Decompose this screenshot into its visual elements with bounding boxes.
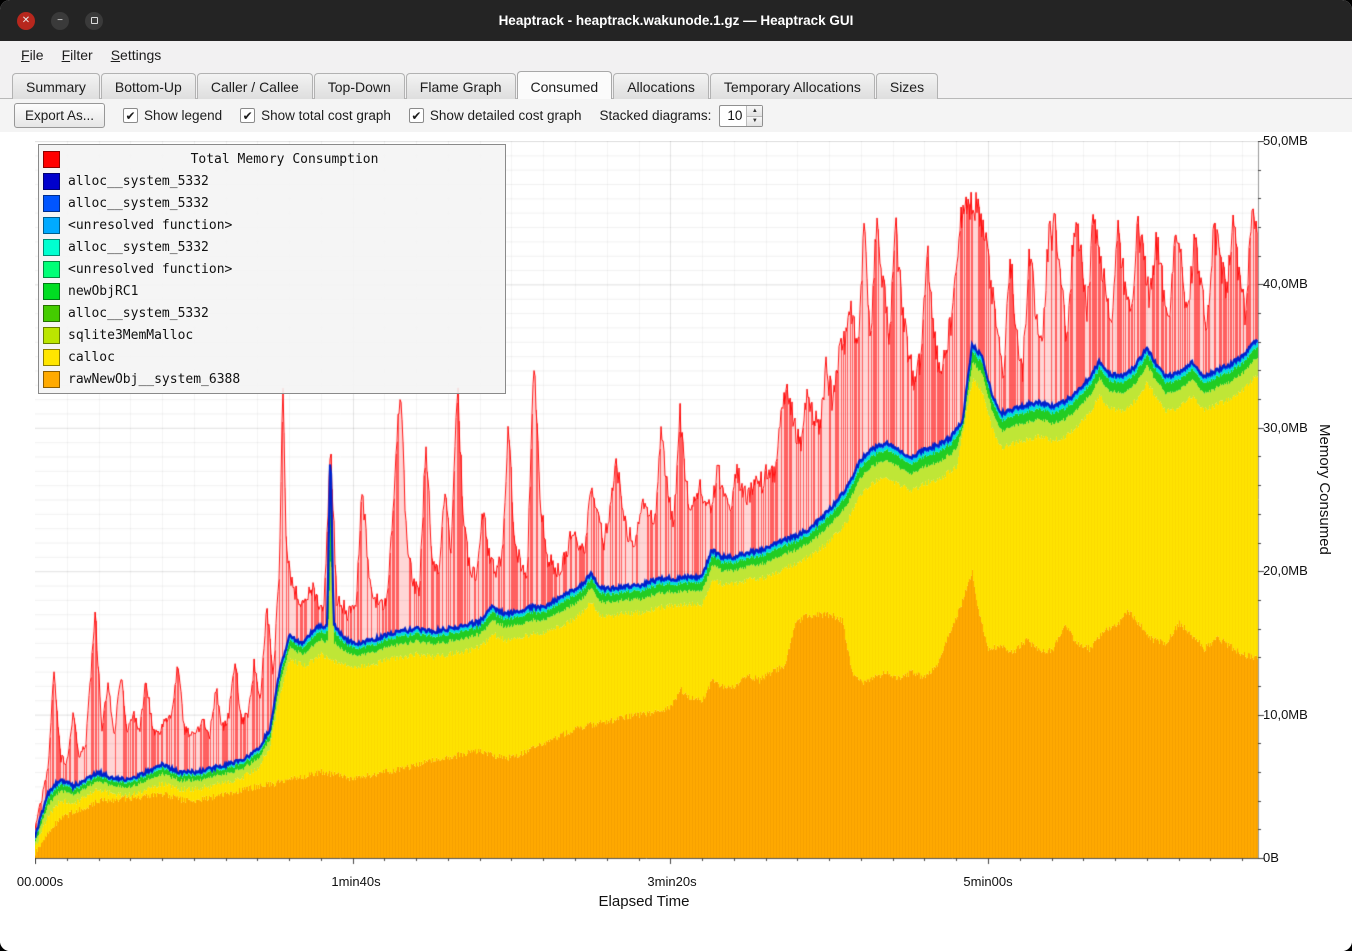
tab-allocations[interactable]: Allocations <box>613 73 709 99</box>
checkbox-icon[interactable]: ✔ <box>240 108 255 123</box>
spinner-up-icon[interactable]: ▲ <box>747 106 762 116</box>
export-as-button[interactable]: Export As... <box>14 103 105 128</box>
menu-file[interactable]: File <box>12 44 53 66</box>
legend-swatch <box>43 371 60 388</box>
chart-area: 0B 10,0MB 20,0MB 30,0MB 40,0MB 50,0MB 00… <box>0 132 1352 951</box>
tabbar: Summary Bottom-Up Caller / Callee Top-Do… <box>0 69 1352 99</box>
show-detailed-cost-label: Show detailed cost graph <box>430 108 582 123</box>
app-window: ✕ − Heaptrack - heaptrack.wakunode.1.gz … <box>0 0 1352 951</box>
y-tick-label: 30,0MB <box>1263 420 1308 435</box>
tab-consumed[interactable]: Consumed <box>517 71 613 99</box>
titlebar: ✕ − Heaptrack - heaptrack.wakunode.1.gz … <box>0 0 1352 41</box>
y-tick-label: 20,0MB <box>1263 563 1308 578</box>
tab-top-down[interactable]: Top-Down <box>314 73 405 99</box>
menu-filter-label: Filter <box>62 47 93 63</box>
legend-swatch <box>43 195 60 212</box>
show-total-cost-checkbox[interactable]: ✔ Show total cost graph <box>240 108 391 123</box>
show-total-cost-label: Show total cost graph <box>261 108 391 123</box>
legend-item: rawNewObj__system_6388 <box>43 368 501 390</box>
legend-item: newObjRC1 <box>43 280 501 302</box>
y-axis-title: Memory Consumed <box>1316 424 1333 555</box>
window-title: Heaptrack - heaptrack.wakunode.1.gz — He… <box>499 13 854 28</box>
legend-item: alloc__system_5332 <box>43 170 501 192</box>
legend-item-label: newObjRC1 <box>68 284 138 299</box>
legend-swatch <box>43 239 60 256</box>
legend-swatch <box>43 327 60 344</box>
x-tick-label: 5min00s <box>963 874 1012 889</box>
show-detailed-cost-checkbox[interactable]: ✔ Show detailed cost graph <box>409 108 582 123</box>
legend-swatch <box>43 217 60 234</box>
y-tick-label: 0B <box>1263 850 1279 865</box>
menubar: File Filter Settings <box>0 41 1352 69</box>
tab-temporary-allocations[interactable]: Temporary Allocations <box>710 73 875 99</box>
legend-item: alloc__system_5332 <box>43 236 501 258</box>
legend-item: calloc <box>43 346 501 368</box>
show-legend-checkbox[interactable]: ✔ Show legend <box>123 108 222 123</box>
legend-item-label: calloc <box>68 350 115 365</box>
legend-item: sqlite3MemMalloc <box>43 324 501 346</box>
legend-swatch <box>43 283 60 300</box>
menu-filter[interactable]: Filter <box>53 44 102 66</box>
legend-title: Total Memory Consumption <box>68 152 501 167</box>
legend-swatch-total <box>43 151 60 168</box>
legend-swatch <box>43 305 60 322</box>
legend-swatch <box>43 173 60 190</box>
legend-item-label: alloc__system_5332 <box>68 306 209 321</box>
x-tick-label: 3min20s <box>647 874 696 889</box>
legend-item-label: alloc__system_5332 <box>68 240 209 255</box>
menu-settings-label: Settings <box>111 47 162 63</box>
window-controls: ✕ − <box>17 0 103 41</box>
x-tick-label: 00.000s <box>17 874 63 889</box>
checkbox-icon[interactable]: ✔ <box>409 108 424 123</box>
stacked-diagrams-value[interactable]: 10 <box>720 106 746 126</box>
tab-sizes[interactable]: Sizes <box>876 73 938 99</box>
minimize-icon[interactable]: − <box>51 12 69 30</box>
legend-item-label: rawNewObj__system_6388 <box>68 372 240 387</box>
close-icon[interactable]: ✕ <box>17 12 35 30</box>
spinner-down-icon[interactable]: ▼ <box>747 116 762 126</box>
legend-item-label: <unresolved function> <box>68 218 232 233</box>
legend-item-label: <unresolved function> <box>68 262 232 277</box>
toolbar: Export As... ✔ Show legend ✔ Show total … <box>0 99 1352 132</box>
y-tick-label: 10,0MB <box>1263 707 1308 722</box>
legend-item-label: sqlite3MemMalloc <box>68 328 193 343</box>
legend-swatch <box>43 261 60 278</box>
stacked-diagrams-spinner[interactable]: 10 ▲ ▼ <box>719 105 763 127</box>
tab-flame-graph[interactable]: Flame Graph <box>406 73 516 99</box>
y-tick-label: 50,0MB <box>1263 133 1308 148</box>
menu-file-label: File <box>21 47 44 63</box>
maximize-icon[interactable] <box>85 12 103 30</box>
checkbox-icon[interactable]: ✔ <box>123 108 138 123</box>
tab-caller-callee[interactable]: Caller / Callee <box>197 73 313 99</box>
legend-item-label: alloc__system_5332 <box>68 196 209 211</box>
stacked-diagrams-group: Stacked diagrams: 10 ▲ ▼ <box>600 105 764 127</box>
tab-bottom-up[interactable]: Bottom-Up <box>101 73 196 99</box>
menu-settings[interactable]: Settings <box>102 44 171 66</box>
legend-item: alloc__system_5332 <box>43 192 501 214</box>
maximize-square-glyph <box>91 17 98 24</box>
stacked-diagrams-label: Stacked diagrams: <box>600 108 712 123</box>
x-tick-label: 1min40s <box>331 874 380 889</box>
tab-summary[interactable]: Summary <box>12 73 100 99</box>
chart-legend: Total Memory Consumption alloc__system_5… <box>38 144 506 394</box>
y-tick-label: 40,0MB <box>1263 276 1308 291</box>
spinner-arrows: ▲ ▼ <box>746 106 762 126</box>
legend-item: <unresolved function> <box>43 258 501 280</box>
legend-swatch <box>43 349 60 366</box>
legend-item-label: alloc__system_5332 <box>68 174 209 189</box>
legend-item: <unresolved function> <box>43 214 501 236</box>
x-axis-title: Elapsed Time <box>599 893 690 910</box>
show-legend-label: Show legend <box>144 108 222 123</box>
legend-item: alloc__system_5332 <box>43 302 501 324</box>
legend-title-row: Total Memory Consumption <box>43 148 501 170</box>
